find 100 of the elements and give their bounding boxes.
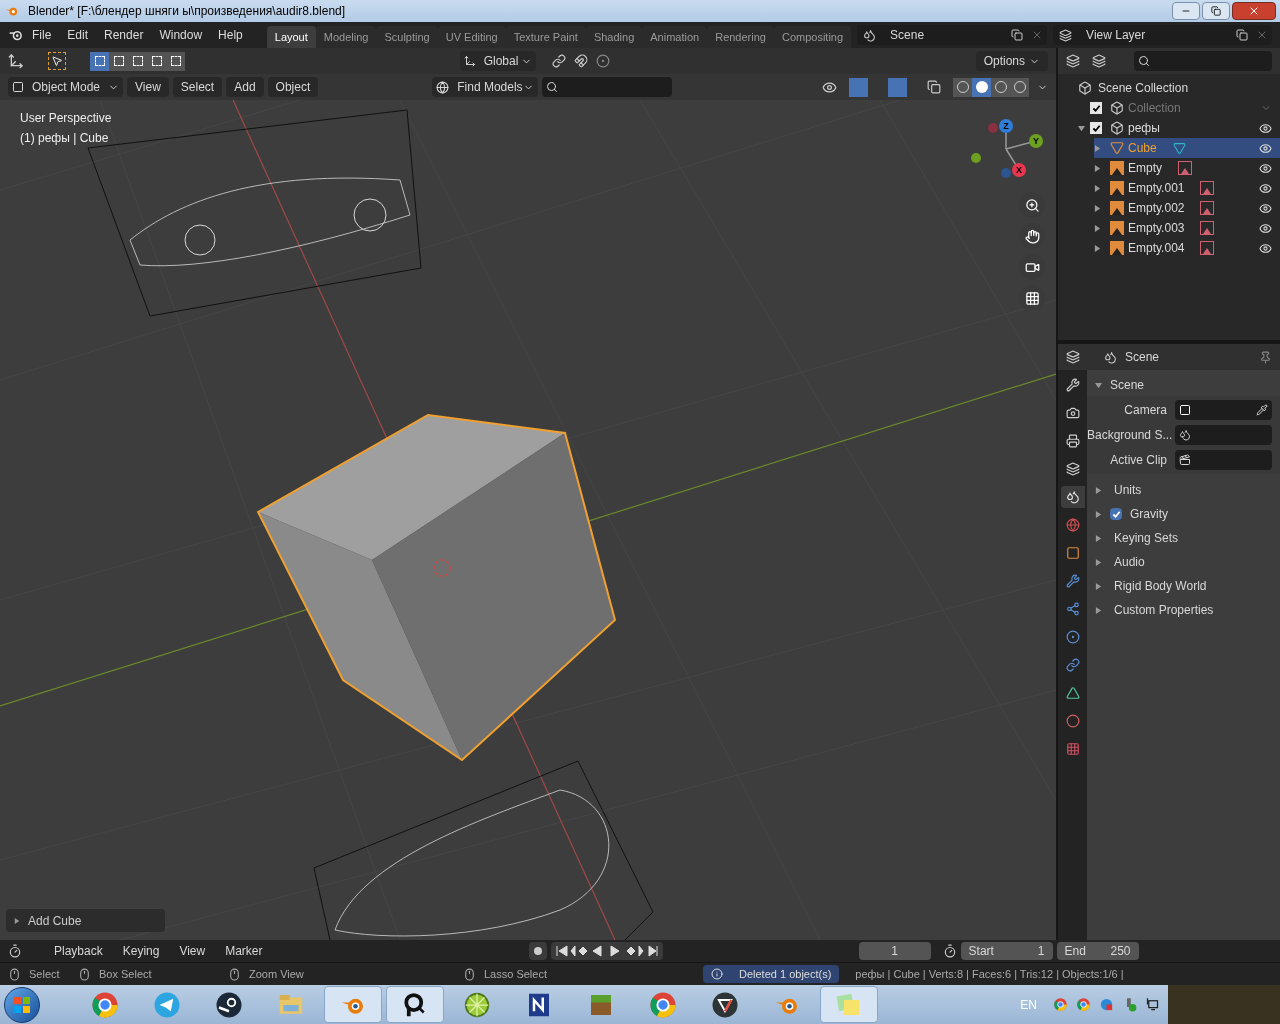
workspace-tab[interactable]: Sculpting: [376, 26, 438, 48]
subpanel-header[interactable]: Units: [1087, 478, 1280, 502]
shading-mode-button[interactable]: [972, 77, 991, 97]
pin-icon[interactable]: [1259, 350, 1272, 364]
proportional-icon[interactable]: [595, 54, 610, 68]
outliner-row[interactable]: Empty.004: [1094, 238, 1280, 258]
minimize-button[interactable]: [1172, 2, 1200, 20]
visibility-eye-icon[interactable]: [1259, 161, 1272, 175]
outliner-row[interactable]: рефы: [1078, 118, 1280, 138]
badge-app-icon[interactable]: [1099, 997, 1114, 1012]
timeline-menu[interactable]: View: [171, 943, 214, 959]
header-menu[interactable]: Add: [226, 77, 264, 97]
workspace-tab[interactable]: Rendering: [707, 26, 774, 48]
visibility-eye-icon[interactable]: [1259, 181, 1272, 195]
expand-arrow-icon[interactable]: [1094, 244, 1101, 252]
workspace-tab[interactable]: Compositing: [773, 26, 852, 48]
header-menu[interactable]: Select: [172, 77, 223, 97]
start-frame-field[interactable]: Start 1: [960, 942, 1053, 960]
record-button[interactable]: [528, 942, 547, 960]
last-operator-panel[interactable]: Add Cube: [6, 909, 165, 932]
outliner-row[interactable]: Cube: [1094, 138, 1280, 158]
shading-mode-button[interactable]: [991, 77, 1010, 97]
checkbox[interactable]: [1090, 122, 1102, 134]
workspace-tab[interactable]: Layout: [266, 26, 316, 48]
xray-icon[interactable]: [927, 80, 941, 94]
restore-button[interactable]: [1202, 2, 1230, 20]
object-field[interactable]: [1175, 450, 1272, 470]
editor-type-icon[interactable]: [1066, 350, 1080, 364]
magnet-icon[interactable]: [573, 54, 588, 68]
ring-logo-icon[interactable]: [1053, 997, 1068, 1012]
gizmo-axis[interactable]: X: [1012, 163, 1026, 177]
timeline-menu[interactable]: Keying: [114, 943, 168, 959]
gizmo-axis[interactable]: Z: [999, 119, 1013, 133]
menu-item[interactable]: File: [24, 27, 60, 43]
taskbar-button[interactable]: [386, 986, 444, 1023]
checkbox[interactable]: [1110, 508, 1122, 520]
menu-item[interactable]: Render: [96, 27, 152, 43]
search-field[interactable]: [1134, 51, 1272, 71]
stopwatch-icon[interactable]: [942, 944, 957, 958]
outliner-row[interactable]: Empty.003: [1094, 218, 1280, 238]
workspace-tab[interactable]: UV Editing: [437, 26, 506, 48]
timeline-menu[interactable]: Marker: [217, 943, 271, 959]
editor-type-icon[interactable]: [8, 944, 22, 958]
close-icon[interactable]: [1256, 29, 1268, 41]
expand-arrow-icon[interactable]: [1095, 510, 1102, 518]
expand-arrow-icon[interactable]: [1094, 224, 1101, 232]
expand-arrow-icon[interactable]: [1095, 486, 1102, 494]
expand-arrow-icon[interactable]: [1095, 534, 1102, 542]
options-dropdown[interactable]: Options: [975, 51, 1048, 71]
subpanel-header[interactable]: Rigid Body World: [1087, 574, 1280, 598]
orientation-dropdown[interactable]: Global: [459, 51, 536, 71]
select-mode-button[interactable]: [109, 51, 128, 71]
expand-arrow-icon[interactable]: [1094, 204, 1101, 212]
menu-item[interactable]: Window: [151, 27, 211, 43]
outliner-row[interactable]: Empty.002: [1094, 198, 1280, 218]
network-icon[interactable]: [1145, 997, 1160, 1012]
subpanel-header[interactable]: Audio: [1087, 550, 1280, 574]
copy-icon[interactable]: [1011, 29, 1024, 41]
workspace-tab[interactable]: Shading: [585, 26, 643, 48]
end-frame-field[interactable]: End 250: [1056, 942, 1139, 960]
expand-arrow-icon[interactable]: [1094, 164, 1101, 172]
filter-icon[interactable]: [1092, 54, 1106, 68]
subpanel-header[interactable]: Custom Properties: [1087, 598, 1280, 622]
menu-item[interactable]: Help: [210, 27, 251, 43]
properties-tab[interactable]: [1060, 486, 1085, 508]
close-button[interactable]: [1232, 2, 1276, 20]
visibility-eye-icon[interactable]: [1259, 141, 1272, 155]
workspace-tab[interactable]: Texture Paint: [505, 26, 586, 48]
visibility-eye-icon[interactable]: [1259, 201, 1272, 215]
mode-dropdown[interactable]: Object Mode: [8, 77, 124, 97]
object-field[interactable]: [1175, 400, 1272, 420]
header-menu[interactable]: Object: [267, 77, 319, 97]
blender-logo-icon[interactable]: [8, 28, 24, 42]
select-mode-button[interactable]: [166, 51, 185, 71]
expand-arrow-icon[interactable]: [1095, 558, 1102, 566]
eyedropper-icon[interactable]: [1256, 404, 1268, 416]
expand-arrow-icon[interactable]: [1078, 124, 1085, 132]
visibility-eye-icon[interactable]: [1259, 221, 1272, 235]
outliner-row[interactable]: Empty.001: [1094, 178, 1280, 198]
visibility-eye-icon[interactable]: [1259, 241, 1272, 255]
expand-arrow-icon[interactable]: [1094, 144, 1101, 152]
workspace-tab[interactable]: Modeling: [315, 26, 377, 48]
timeline-menu[interactable]: Playback: [46, 943, 111, 959]
shading-mode-button[interactable]: [1010, 77, 1029, 97]
visibility-eye-icon[interactable]: [1259, 121, 1272, 135]
header-menu[interactable]: View: [127, 77, 169, 97]
menu-item[interactable]: Edit: [59, 27, 97, 43]
scene-selector[interactable]: Scene: [857, 25, 1048, 45]
view-layer-selector[interactable]: View Layer: [1053, 25, 1272, 45]
object-field[interactable]: [1175, 425, 1272, 445]
search-field[interactable]: [542, 77, 673, 97]
outliner-row[interactable]: Empty: [1094, 158, 1280, 178]
cursor-tool-icon[interactable]: [48, 52, 66, 70]
ring-logo-icon[interactable]: [1076, 997, 1091, 1012]
subpanel-header[interactable]: Gravity: [1087, 502, 1280, 526]
playback-controls[interactable]: [550, 942, 663, 960]
workspace-tab[interactable]: Animation: [642, 26, 708, 48]
visibility-eye-icon[interactable]: [822, 79, 837, 95]
expand-arrow-icon[interactable]: [1095, 381, 1102, 389]
start-button[interactable]: [4, 986, 40, 1023]
